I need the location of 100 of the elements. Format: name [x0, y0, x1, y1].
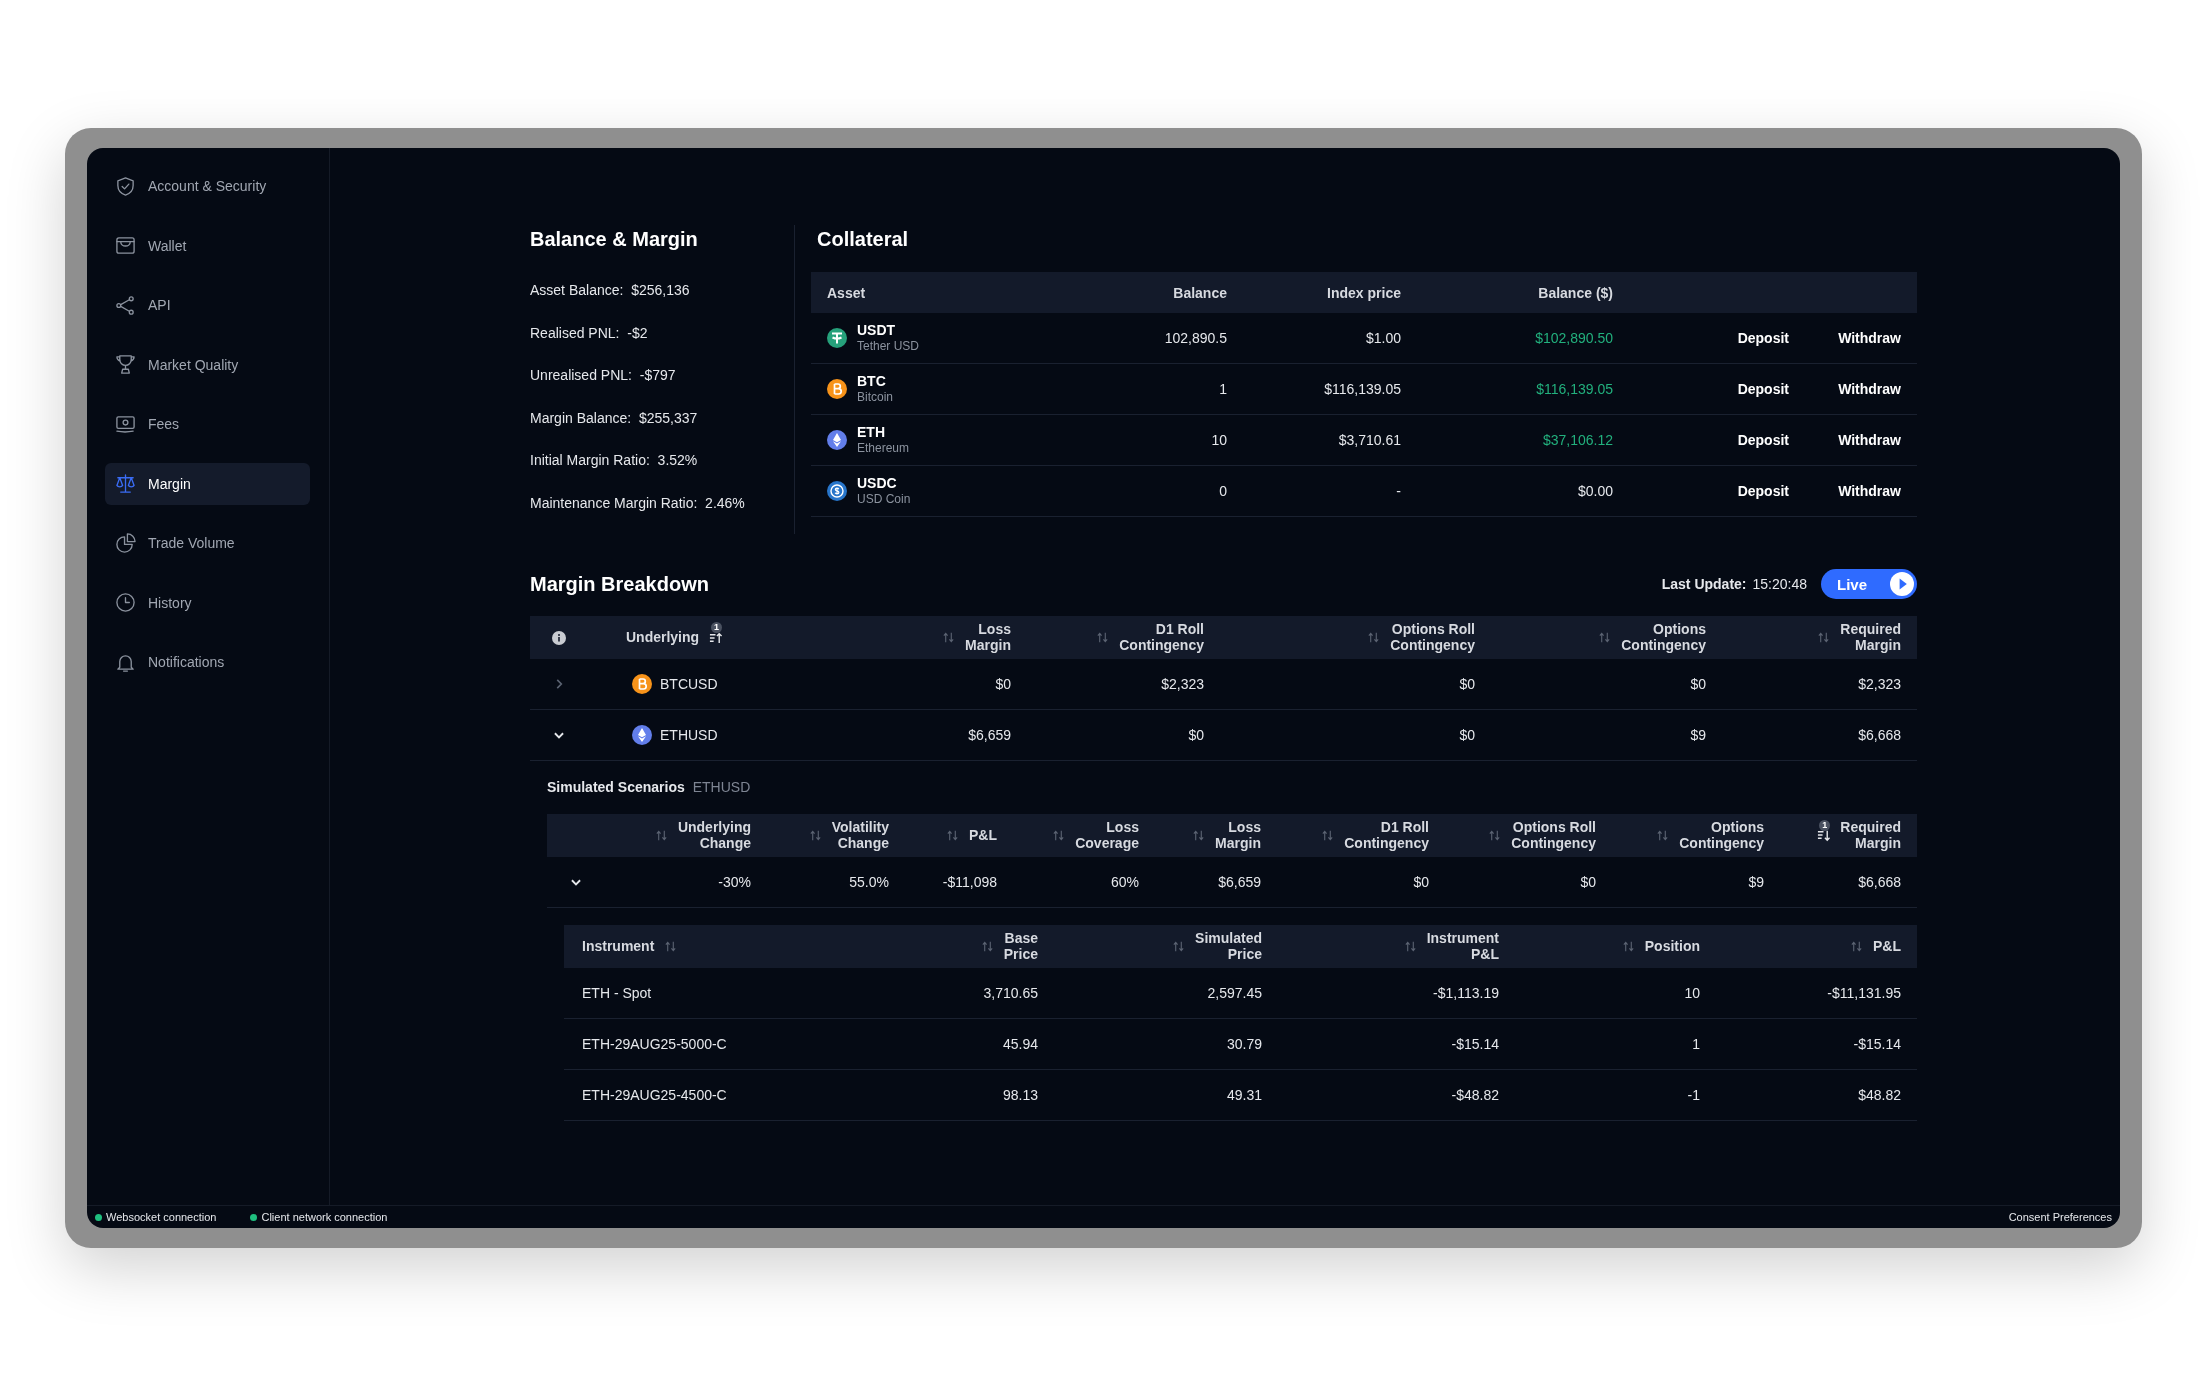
table-cell-text: $0: [1412, 874, 1429, 890]
column-header[interactable]: D1 Roll Contingency: [1261, 814, 1429, 857]
live-toggle[interactable]: Live: [1821, 569, 1917, 599]
balance-line: Margin Balance: $255,337: [530, 408, 699, 428]
table-cell-text: $6,659: [1217, 874, 1261, 890]
asset-symbol: ETH: [857, 424, 886, 442]
table-cell-text: $48.82: [1857, 1087, 1901, 1103]
banknote-icon: [115, 413, 136, 435]
consent-preferences-link[interactable]: Consent Preferences: [2008, 1211, 2112, 1223]
table-cell-text: -$15.14: [1852, 1036, 1901, 1052]
asset-name: Tether USD: [857, 339, 920, 354]
pie-chart-icon: [115, 532, 136, 554]
table-cell-text: $6,659: [967, 727, 1011, 743]
sidebar-item[interactable]: Wallet: [105, 224, 310, 267]
deposit-button[interactable]: Deposit: [1737, 381, 1789, 397]
balance-line: Initial Margin Ratio: 3.52%: [530, 451, 699, 470]
table-cell-text: $9: [1689, 727, 1706, 743]
table-cell-text: ETH-29AUG25-5000-C: [582, 1036, 728, 1052]
column-header[interactable]: Options Contingency: [1596, 814, 1764, 857]
table-cell-text: $102,890.50: [1534, 330, 1613, 346]
column-header[interactable]: P&L: [889, 814, 997, 857]
column-header[interactable]: Loss Margin: [1139, 814, 1261, 857]
table-cell-text: -$11,098: [941, 874, 997, 890]
table-cell-text: $9: [1747, 874, 1764, 890]
column-header[interactable]: Options Roll Contingency: [1429, 814, 1596, 857]
column-header[interactable]: Volatility Change: [751, 814, 889, 857]
balance-line: Unrealised PNL: -$797: [530, 366, 677, 385]
column-header[interactable]: 1 Required Margin: [1764, 814, 1901, 857]
table-cell-text: $0: [994, 676, 1011, 692]
connection-label: Client network connection: [261, 1211, 388, 1223]
sidebar-item[interactable]: Trade Volume: [105, 522, 310, 564]
play-icon: [1890, 572, 1914, 596]
balance-line: Asset Balance: $256,136: [530, 281, 691, 300]
table-cell-text: $2,323: [1160, 676, 1204, 692]
table-cell-text: 10: [1210, 432, 1227, 448]
sidebar-item[interactable]: Market Quality: [105, 343, 310, 386]
table-cell-text: 3,710.65: [982, 985, 1038, 1001]
sidebar-item[interactable]: Fees: [105, 403, 310, 445]
table-cell-text: $2,323: [1857, 676, 1901, 692]
table-cell-text: -$11,131.95: [1826, 985, 1901, 1001]
sidebar-item[interactable]: Margin: [105, 462, 310, 505]
asset-name: Bitcoin: [857, 390, 894, 405]
column-header: Asset: [827, 284, 867, 301]
sidebar-item[interactable]: API: [105, 284, 310, 326]
section-title: Balance & Margin: [530, 227, 699, 252]
table-cell-text: 1: [1691, 1036, 1700, 1052]
share-icon: [115, 294, 136, 316]
clock-icon: [115, 592, 136, 613]
table-cell-text: $116,139.05: [1535, 381, 1613, 397]
column-header: Index price: [1326, 284, 1401, 301]
section-title: Collateral: [816, 227, 910, 252]
asset-symbol: USDC: [857, 475, 898, 493]
column-header: Balance: [1172, 284, 1227, 301]
sidebar-item[interactable]: Account & Security: [105, 165, 310, 207]
column-header[interactable]: Position: [1499, 925, 1700, 968]
column-header[interactable]: Options Roll Contingency: [1204, 616, 1475, 659]
table-cell-text: $1.00: [1364, 330, 1401, 346]
column-header[interactable]: D1 Roll Contingency: [1011, 616, 1204, 659]
column-header[interactable]: P&L: [1700, 925, 1901, 968]
table-cell-text: 49.31: [1225, 1087, 1262, 1103]
table-cell-text: 2,597.45: [1206, 985, 1262, 1001]
column-header[interactable]: Underlying Change: [623, 814, 751, 857]
deposit-button[interactable]: Deposit: [1737, 483, 1789, 499]
table-cell-text: 1: [1218, 381, 1227, 397]
column-header[interactable]: Instrument: [582, 925, 882, 968]
table-cell-text: ETH-29AUG25-4500-C: [582, 1087, 728, 1103]
column-header[interactable]: Required Margin: [1706, 616, 1901, 659]
table-cell-text: 55.0%: [848, 874, 889, 890]
table-cell-text: 10: [1683, 985, 1700, 1001]
table-cell-text: 0: [1218, 483, 1227, 499]
column-header[interactable]: Loss Coverage: [997, 814, 1139, 857]
connection-label: Websocket connection: [106, 1211, 217, 1223]
sidebar-item[interactable]: Notifications: [105, 641, 310, 683]
table-cell-text: $0: [1187, 727, 1204, 743]
withdraw-button[interactable]: Withdraw: [1838, 483, 1901, 499]
withdraw-button[interactable]: Withdraw: [1838, 330, 1901, 346]
asset-symbol: BTC: [857, 373, 887, 391]
column-header[interactable]: Base Price: [882, 925, 1038, 968]
table-cell-text: 102,890.5: [1163, 330, 1227, 346]
section-title: Margin Breakdown: [530, 572, 709, 597]
column-header[interactable]: Loss Margin: [811, 616, 1011, 659]
column-header[interactable]: Simulated Price: [1038, 925, 1262, 968]
column-header[interactable]: Instrument P&L: [1262, 925, 1499, 968]
table-cell-text: $3,710.61: [1337, 432, 1401, 448]
last-update-time: 15:20:48: [1752, 576, 1807, 592]
column-header[interactable]: Underlying 1: [626, 616, 811, 659]
deposit-button[interactable]: Deposit: [1737, 432, 1789, 448]
trophy-icon: [115, 354, 136, 375]
deposit-button[interactable]: Deposit: [1737, 330, 1789, 346]
column-header[interactable]: Options Contingency: [1475, 616, 1706, 659]
sidebar-item[interactable]: History: [105, 581, 310, 624]
scale-icon: [115, 473, 136, 494]
table-cell-text: -$15.14: [1450, 1036, 1499, 1052]
shield-icon: [115, 175, 136, 197]
column-header: Balance ($): [1537, 284, 1613, 301]
withdraw-button[interactable]: Withdraw: [1838, 381, 1901, 397]
withdraw-button[interactable]: Withdraw: [1838, 432, 1901, 448]
asset-name: USD Coin: [857, 492, 911, 507]
table-cell-text: -$1,113.19: [1432, 985, 1499, 1001]
balance-line: Realised PNL: -$2: [530, 323, 649, 343]
